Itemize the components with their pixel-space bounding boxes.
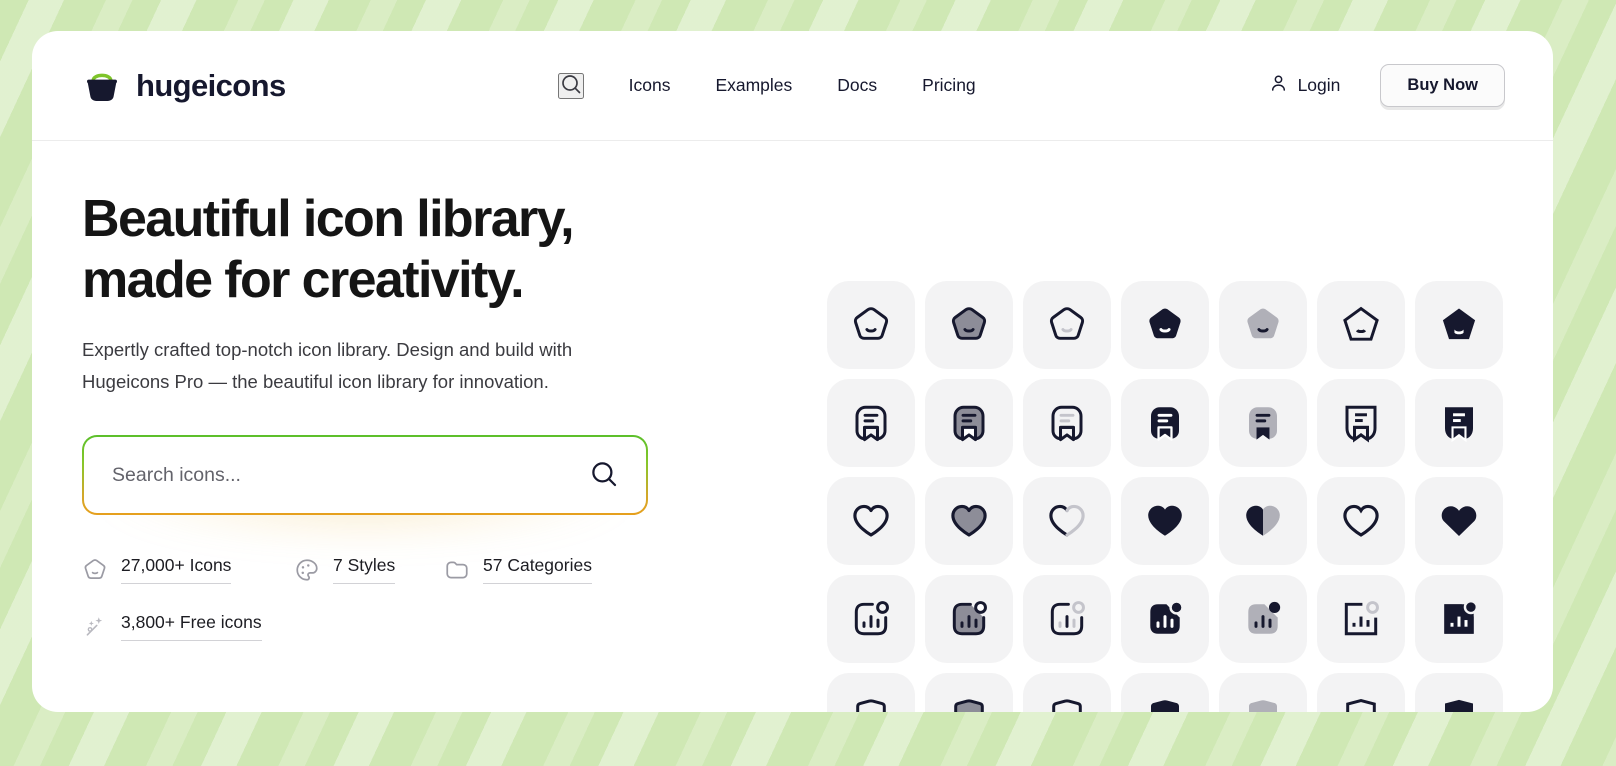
icon-showcase-grid: AI AI AI AI AI AI AI xyxy=(827,281,1503,712)
header-actions: Login Buy Now xyxy=(1268,64,1505,107)
svg-text:AI: AI xyxy=(1159,710,1172,712)
search-field-border xyxy=(82,435,648,516)
nav-item-docs[interactable]: Docs xyxy=(837,75,877,96)
nav-item-icons[interactable]: Icons xyxy=(629,75,671,96)
site-header: hugeicons Icons Examples Docs Pricing Lo… xyxy=(32,31,1553,141)
search-submit-button[interactable] xyxy=(588,459,620,491)
icon-tile-bar-chart-badge-bulk-rounded[interactable] xyxy=(1219,575,1307,663)
nav-item-pricing[interactable]: Pricing xyxy=(922,75,976,96)
search-icon xyxy=(559,72,583,99)
icon-tile-heart-solid-rounded[interactable] xyxy=(1121,477,1209,565)
user-icon xyxy=(1268,73,1289,99)
login-label: Login xyxy=(1297,75,1341,95)
icon-tile-bar-chart-badge-twotone-rounded[interactable] xyxy=(1023,575,1111,663)
icon-tile-ai-shield-bulk-rounded[interactable]: AI xyxy=(1219,673,1307,712)
icon-tile-bar-chart-badge-stroke-sharp[interactable] xyxy=(1317,575,1405,663)
page-card: hugeicons Icons Examples Docs Pricing Lo… xyxy=(32,31,1553,712)
icon-tile-pentagon-smile-stroke-sharp[interactable] xyxy=(1317,281,1405,369)
icon-tile-bookmark-certificate-solid-rounded[interactable] xyxy=(1121,379,1209,467)
icon-tile-pentagon-smile-twotone-rounded[interactable] xyxy=(1023,281,1111,369)
icon-tile-bookmark-certificate-bulk-rounded[interactable] xyxy=(1219,379,1307,467)
icon-tile-pentagon-smile-duotone-rounded[interactable] xyxy=(925,281,1013,369)
palette-icon xyxy=(294,557,320,583)
page-title: Beautiful icon library, made for creativ… xyxy=(82,190,575,310)
icon-tile-bar-chart-badge-solid-sharp[interactable] xyxy=(1415,575,1503,663)
hero-subtitle: Expertly crafted top-notch icon library.… xyxy=(82,338,573,392)
icon-tile-bookmark-certificate-solid-sharp[interactable] xyxy=(1415,379,1503,467)
icon-search xyxy=(82,435,648,550)
basket-icon xyxy=(82,66,122,106)
icon-tile-bar-chart-badge-solid-rounded[interactable] xyxy=(1121,575,1209,663)
stat-item: 27,000+ Icons xyxy=(82,555,294,585)
icon-tile-heart-bulk-rounded[interactable] xyxy=(1219,477,1307,565)
icon-tile-bookmark-certificate-duotone-rounded[interactable] xyxy=(925,379,1013,467)
icon-tile-bar-chart-badge-duotone-rounded[interactable] xyxy=(925,575,1013,663)
svg-text:AI: AI xyxy=(1355,710,1368,712)
sparkles-icon xyxy=(82,614,108,640)
hero-copy: Beautiful icon library, made for creativ… xyxy=(32,141,752,711)
search-input[interactable] xyxy=(112,463,588,487)
icon-tile-ai-shield-duotone-rounded[interactable]: AI xyxy=(925,673,1013,712)
svg-text:AI: AI xyxy=(865,710,878,712)
icon-tile-bookmark-certificate-twotone-rounded[interactable] xyxy=(1023,379,1111,467)
icon-tile-pentagon-smile-solid-rounded[interactable] xyxy=(1121,281,1209,369)
icon-tile-heart-stroke-sharp[interactable] xyxy=(1317,477,1405,565)
icon-tile-bar-chart-badge-stroke-rounded[interactable] xyxy=(827,575,915,663)
icon-tile-ai-shield-stroke-rounded[interactable]: AI xyxy=(827,673,915,712)
search-icon xyxy=(589,459,619,492)
stat-label: 3,800+ Free icons xyxy=(121,612,262,642)
icon-tile-heart-stroke-rounded[interactable] xyxy=(827,477,915,565)
svg-text:AI: AI xyxy=(1061,710,1074,712)
pentagon-smile-icon xyxy=(82,557,108,583)
brand-name: hugeicons xyxy=(136,67,286,103)
icon-tile-ai-shield-stroke-sharp[interactable]: AI xyxy=(1317,673,1405,712)
stat-item: 3,800+ Free icons xyxy=(82,612,342,642)
svg-text:AI: AI xyxy=(963,710,976,712)
svg-text:AI: AI xyxy=(1453,710,1466,712)
hero-stats: 27,000+ Icons 7 Styles 57 Categories 3,8… xyxy=(82,555,652,642)
login-button[interactable]: Login xyxy=(1268,73,1341,99)
icon-tile-heart-solid-sharp[interactable] xyxy=(1415,477,1503,565)
hero-section: Beautiful icon library, made for creativ… xyxy=(32,141,1553,712)
icon-tile-pentagon-smile-bulk-rounded[interactable] xyxy=(1219,281,1307,369)
nav-item-examples[interactable]: Examples xyxy=(715,75,792,96)
folder-icon xyxy=(444,557,470,583)
stat-label: 27,000+ Icons xyxy=(121,555,232,585)
brand-logo[interactable]: hugeicons xyxy=(82,66,286,106)
icon-tile-pentagon-smile-stroke-rounded[interactable] xyxy=(827,281,915,369)
icon-tile-pentagon-smile-solid-sharp[interactable] xyxy=(1415,281,1503,369)
svg-text:AI: AI xyxy=(1257,710,1270,712)
stat-label: 7 Styles xyxy=(333,555,396,585)
icon-tile-heart-duotone-rounded[interactable] xyxy=(925,477,1013,565)
icon-tile-ai-shield-solid-rounded[interactable]: AI xyxy=(1121,673,1209,712)
stat-item: 7 Styles xyxy=(294,555,444,585)
main-nav: Icons Examples Docs Pricing xyxy=(557,72,976,99)
stat-item: 57 Categories xyxy=(444,555,644,585)
buy-now-button[interactable]: Buy Now xyxy=(1380,64,1505,107)
icon-tile-bookmark-certificate-stroke-sharp[interactable] xyxy=(1317,379,1405,467)
icon-tile-ai-shield-twotone-rounded[interactable]: AI xyxy=(1023,673,1111,712)
icon-tile-bookmark-certificate-stroke-rounded[interactable] xyxy=(827,379,915,467)
nav-search-button[interactable] xyxy=(557,72,584,99)
stat-label: 57 Categories xyxy=(483,555,592,585)
icon-tile-heart-twotone-rounded[interactable] xyxy=(1023,477,1111,565)
icon-tile-ai-shield-solid-sharp[interactable]: AI xyxy=(1415,673,1503,712)
